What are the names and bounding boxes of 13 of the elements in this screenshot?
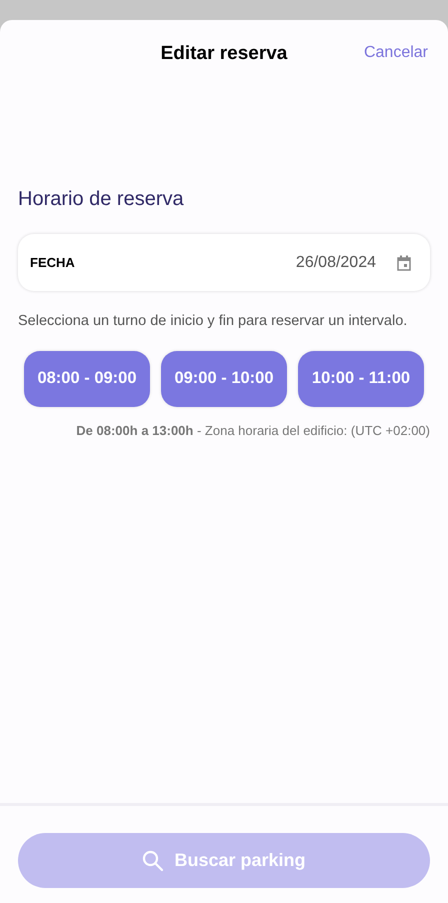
date-value: 26/08/2024 bbox=[296, 252, 376, 272]
cancel-link[interactable]: Cancelar bbox=[364, 41, 428, 65]
section-heading: Horario de reserva bbox=[18, 187, 185, 212]
date-field[interactable]: FECHA 26/08/2024 bbox=[18, 234, 430, 291]
time-slot-button[interactable]: 10:00 - 11:00 bbox=[298, 350, 424, 407]
time-slot-button[interactable]: 09:00 - 10:00 bbox=[161, 350, 287, 407]
search-icon bbox=[142, 850, 164, 872]
screen-title: Editar reserva bbox=[160, 42, 288, 66]
schedule-note: De 08:00h a 13:00h - Zona horaria del edificio: (UTC +02:00) bbox=[75, 422, 430, 440]
calendar-icon[interactable] bbox=[397, 254, 411, 270]
date-label: FECHA bbox=[30, 254, 75, 272]
instruction-text: Selecciona un turno de inicio y fin para reservar un intervalo. bbox=[18, 312, 408, 331]
time-slot-button[interactable]: 08:00 - 09:00 bbox=[24, 350, 150, 407]
